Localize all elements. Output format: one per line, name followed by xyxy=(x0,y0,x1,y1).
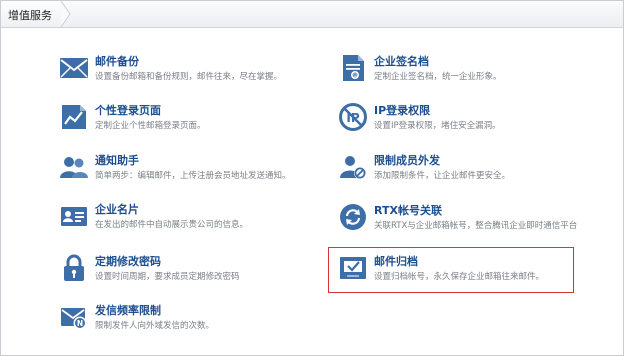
login-page-chart-icon xyxy=(62,105,86,129)
restrict-member-icon xyxy=(340,156,366,179)
breadcrumb: 增值服务 xyxy=(1,1,71,27)
service-desc: 设置归档帐号，永久保存企业邮箱往来邮件。 xyxy=(374,272,545,282)
service-password-rotation[interactable]: 定期修改密码 设置时间周期，要求成员定期修改密码 xyxy=(59,253,329,293)
service-desc: 在发出的邮件中自动展示贵公司的信息。 xyxy=(95,220,249,230)
service-desc: 设置时间周期，要求成员定期修改密码 xyxy=(95,272,240,282)
service-title[interactable]: 限制成员外发 xyxy=(374,152,440,168)
service-signature[interactable]: @ 企业签名档 定制企业签名档，统一企业形象。 xyxy=(338,53,608,93)
service-title[interactable]: 通知助手 xyxy=(95,152,139,168)
page-title: 增值服务 xyxy=(8,9,52,22)
service-desc: 添加限制条件，让企业邮件更安全。 xyxy=(374,171,511,181)
ip-restriction-icon: IP xyxy=(339,103,367,131)
service-custom-login[interactable]: 个性登录页面 定制企业个性邮箱登录页面。 xyxy=(59,102,329,142)
service-title[interactable]: 个性登录页面 xyxy=(95,102,161,118)
service-desc: 简单两步：编辑邮件，上传注册会员地址发送通知。 xyxy=(95,171,291,181)
service-desc: 关联RTX与企业邮箱帐号，整合腾讯企业即时通信平台 xyxy=(374,221,578,231)
mail-limit-icon: N xyxy=(61,308,87,330)
service-desc: 设置备份邮箱和备份规则，邮件往来，尽在掌握。 xyxy=(95,72,283,82)
svg-text:@: @ xyxy=(353,73,358,79)
envelope-icon xyxy=(60,58,88,78)
panel-header: 增值服务 xyxy=(1,1,623,28)
lock-icon xyxy=(64,254,84,281)
signature-document-icon: @ xyxy=(343,55,364,81)
service-rtx-link[interactable]: RTX帐号关联 关联RTX与企业邮箱帐号，整合腾讯企业即时通信平台 xyxy=(338,202,608,242)
service-desc: 定制企业个性邮箱登录页面。 xyxy=(95,121,206,131)
service-desc: 限制发件人向外域发信的次数。 xyxy=(95,321,215,331)
service-title[interactable]: 发信频率限制 xyxy=(95,302,161,318)
service-notify-assistant[interactable]: 通知助手 简单两步：编辑邮件，上传注册会员地址发送通知。 xyxy=(59,152,329,192)
service-desc: 设置IP登录权限，堵住安全漏洞。 xyxy=(374,121,501,131)
mail-archive-icon xyxy=(340,257,366,279)
rtx-sync-icon xyxy=(340,204,366,230)
service-title[interactable]: RTX帐号关联 xyxy=(374,202,442,218)
service-title[interactable]: 定期修改密码 xyxy=(95,253,161,269)
service-desc: 定制企业签名档，统一企业形象。 xyxy=(374,72,502,82)
svg-text:N: N xyxy=(77,319,83,328)
service-ip-login[interactable]: IP IP登录权限 设置IP登录权限，堵住安全漏洞。 xyxy=(338,102,608,142)
service-business-card[interactable]: 企业名片 在发出的邮件中自动展示贵公司的信息。 xyxy=(59,201,329,241)
service-title[interactable]: 邮件归档 xyxy=(374,253,418,269)
service-title[interactable]: 企业名片 xyxy=(95,201,139,217)
service-title[interactable]: 企业签名档 xyxy=(374,53,429,69)
users-icon xyxy=(60,157,88,178)
service-title[interactable]: 邮件备份 xyxy=(95,53,139,69)
business-card-icon xyxy=(61,207,87,226)
service-restrict-member[interactable]: 限制成员外发 添加限制条件，让企业邮件更安全。 xyxy=(338,152,608,192)
service-mail-backup[interactable]: 邮件备份 设置备份邮箱和备份规则，邮件往来，尽在掌握。 xyxy=(59,53,329,93)
service-mail-archive[interactable]: 邮件归档 设置归档帐号，永久保存企业邮箱往来邮件。 xyxy=(338,253,608,293)
service-title[interactable]: IP登录权限 xyxy=(374,102,430,118)
service-panel: 增值服务 邮件备份 设置备份邮箱和备份规则，邮件往来，尽在掌握。 个性登录页面 … xyxy=(0,0,624,356)
service-send-rate-limit[interactable]: N 发信频率限制 限制发件人向外域发信的次数。 xyxy=(59,302,329,342)
breadcrumb-arrow-icon xyxy=(61,1,71,27)
